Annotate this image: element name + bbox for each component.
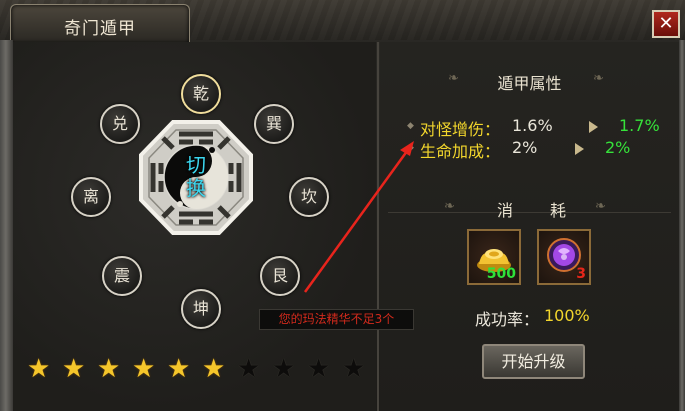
damage-bonus-label: 对怪增伤：: [420, 120, 501, 139]
arrow-right-icon: [575, 143, 584, 155]
attributes-pane: ❧ 遁甲属性 ❧ ◆ 对怪增伤： 1.6% 1.7% ◆ 生命加成： 2% 2%…: [380, 42, 679, 411]
success-rate-value: 100%: [544, 306, 590, 325]
bullet-icon: ◆: [407, 143, 414, 153]
hp-bonus-current: 2%: [512, 138, 538, 157]
star-empty-icon: ★: [307, 354, 331, 384]
ornament-icon: ❧: [593, 71, 604, 86]
gold-ingot-count: 500: [486, 266, 516, 282]
attributes-header: 遁甲属性: [497, 74, 562, 93]
star-filled-icon: ★: [62, 354, 86, 384]
star-empty-icon: ★: [237, 354, 261, 384]
right-frame-decoration: [679, 40, 685, 411]
bullet-icon: ◆: [407, 121, 414, 131]
trigram-li-button[interactable]: 离: [71, 177, 111, 217]
bagua-pane: 切换 乾 巽 坎 艮 坤 震 离 兑 ★ ★ ★ ★ ★ ★ ★ ★ ★ ★: [13, 42, 376, 411]
gold-ingot-slot[interactable]: 500: [467, 229, 521, 285]
trigram-dui-button[interactable]: 兑: [100, 104, 140, 144]
star-empty-icon: ★: [272, 354, 296, 384]
left-frame-decoration: [0, 40, 13, 411]
trigram-kun-button[interactable]: 坤: [181, 289, 221, 329]
damage-bonus-next: 1.7%: [619, 116, 660, 135]
hp-bonus-label: 生命加成：: [420, 142, 501, 161]
success-rate-label: 成功率：: [475, 310, 540, 329]
close-button[interactable]: ✕: [652, 10, 680, 38]
insufficient-essence-warning: 您的玛法精华不足3个: [259, 309, 414, 330]
start-upgrade-button[interactable]: 开始升级: [482, 344, 585, 379]
section-separator: [388, 212, 671, 213]
purple-gem-slot[interactable]: 3: [537, 229, 591, 285]
pane-divider: [377, 42, 379, 411]
title-tab: 奇门遁甲: [10, 4, 190, 43]
trigram-zhen-button[interactable]: 震: [102, 256, 142, 296]
qimen-dunjia-panel: 奇门遁甲 ✕ 切换 乾 巽 坎 艮 坤 震 离 兑 ★ ★ ★ ★ ★ ★ ★ …: [0, 0, 685, 411]
trigram-kan-button[interactable]: 坎: [289, 177, 329, 217]
star-empty-icon: ★: [342, 354, 366, 384]
trigram-xun-button[interactable]: 巽: [254, 104, 294, 144]
trigram-gen-button[interactable]: 艮: [260, 256, 300, 296]
star-filled-icon: ★: [167, 354, 191, 384]
star-filled-icon: ★: [97, 354, 121, 384]
damage-bonus-current: 1.6%: [512, 116, 553, 135]
switch-center-button[interactable]: 切换: [180, 154, 212, 202]
ornament-icon: ❧: [444, 199, 455, 214]
ornament-icon: ❧: [595, 199, 606, 214]
star-filled-icon: ★: [27, 354, 51, 384]
window-title: 奇门遁甲: [64, 19, 136, 39]
cost-header-right: 耗: [549, 201, 566, 220]
purple-gem-count: 3: [576, 266, 586, 282]
star-filled-icon: ★: [132, 354, 156, 384]
switch-label: 切换: [186, 153, 206, 200]
arrow-right-icon: [589, 121, 598, 133]
star-filled-icon: ★: [202, 354, 226, 384]
star-rating: ★ ★ ★ ★ ★ ★ ★ ★ ★ ★: [27, 355, 377, 385]
trigram-qian-button[interactable]: 乾: [181, 74, 221, 114]
hp-bonus-next: 2%: [605, 138, 631, 157]
cost-header-left: 消: [496, 201, 513, 220]
